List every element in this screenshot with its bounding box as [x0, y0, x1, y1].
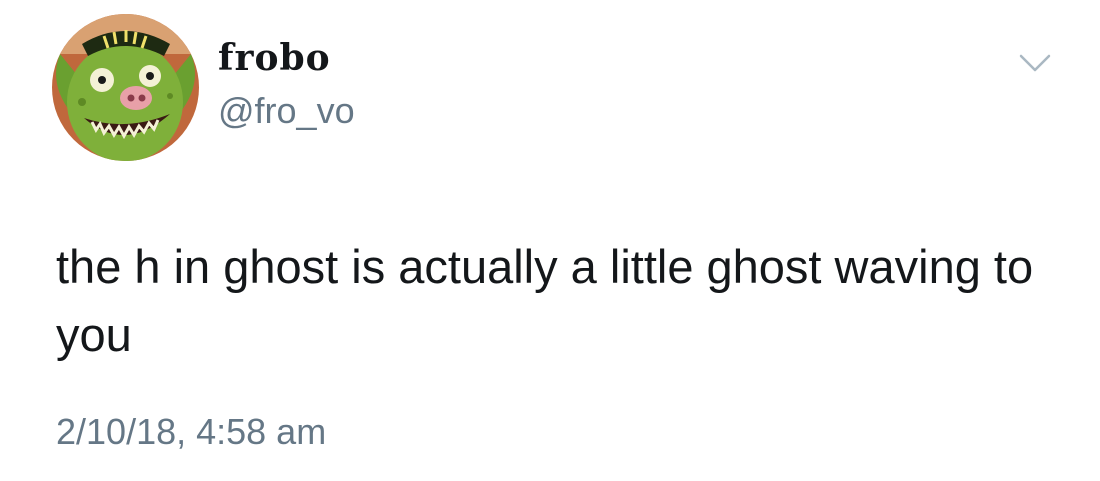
- author-display-name[interactable]: frobo: [218, 40, 331, 76]
- tweet-card: frobo @fro_vo the h in ghost is actually…: [0, 0, 1100, 481]
- chevron-down-icon: [1019, 54, 1051, 72]
- tweet-menu-button[interactable]: [1018, 52, 1052, 76]
- tweet-text: the h in ghost is actually a little ghos…: [56, 240, 1034, 361]
- author-handle[interactable]: @fro_vo: [218, 93, 355, 129]
- tweet-timestamp[interactable]: 2/10/18, 4:58 am: [56, 414, 326, 450]
- avatar[interactable]: [52, 14, 199, 161]
- green-goblin-avatar-icon: [52, 14, 199, 161]
